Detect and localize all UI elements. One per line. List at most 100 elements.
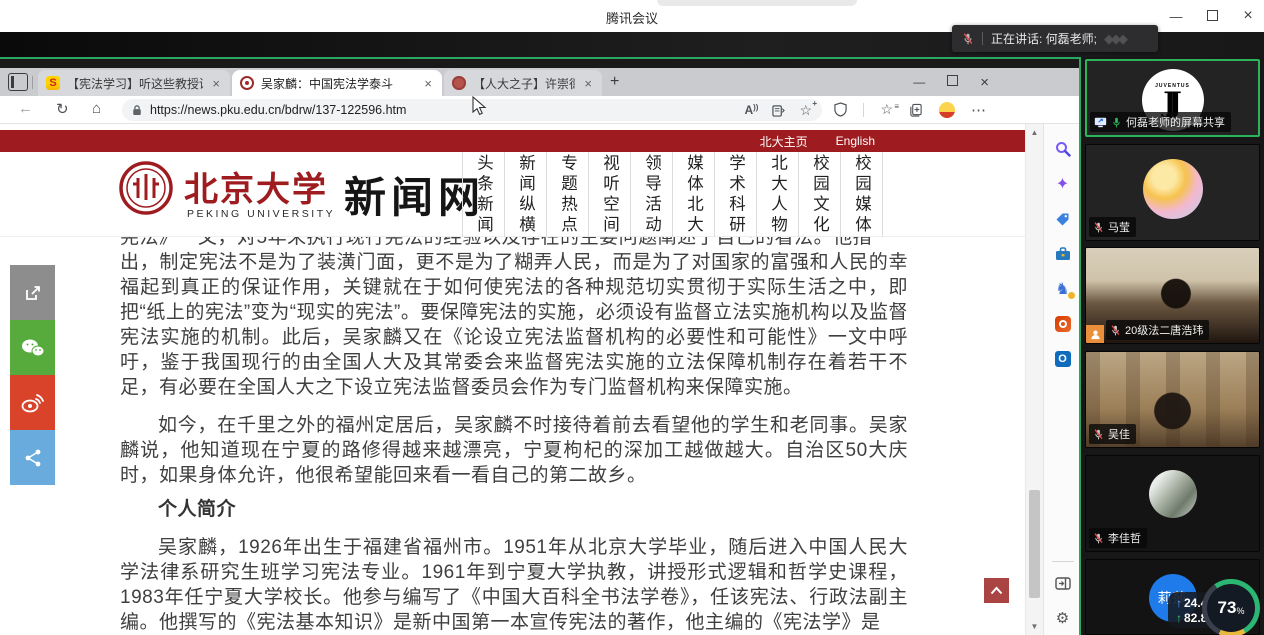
sidebar-divider bbox=[1052, 561, 1074, 562]
tab-xu-chongde-article[interactable]: 【人大之子】许崇德：学而为宪 × bbox=[444, 70, 602, 96]
scroll-up-icon[interactable]: ▲ bbox=[1026, 128, 1043, 137]
tab-actions-menu-icon[interactable] bbox=[8, 73, 28, 91]
participant-label: 吴佳 bbox=[1089, 424, 1136, 444]
browser-close-icon[interactable]: × bbox=[980, 74, 989, 91]
more-menu-icon[interactable]: ⋯ bbox=[971, 101, 986, 119]
mic-muted-icon bbox=[962, 32, 974, 46]
sidebar-tools-icon[interactable] bbox=[1052, 243, 1074, 265]
collections-icon[interactable] bbox=[909, 103, 923, 117]
refresh-icon[interactable]: ↻ bbox=[56, 100, 69, 118]
avatar bbox=[1143, 159, 1203, 219]
sidebar-search-icon[interactable] bbox=[1052, 138, 1074, 160]
participant-tile[interactable]: 李佳哲 bbox=[1085, 455, 1260, 552]
tab-constitution-lectures[interactable]: S 【宪法学习】听这些教授讲宪法 × bbox=[38, 70, 230, 96]
browser-tabstrip: S 【宪法学习】听这些教授讲宪法 × 吴家麟：中国宪法学泰斗 × 【人大之子】许… bbox=[0, 68, 1081, 96]
pku-topbar: 北大主页 English bbox=[0, 130, 1025, 152]
close-icon[interactable]: × bbox=[1240, 7, 1256, 25]
nav-item-leadership[interactable]: 领导活动 bbox=[630, 152, 672, 237]
tab-close-icon[interactable]: × bbox=[210, 76, 222, 91]
pku-seal-logo-icon[interactable] bbox=[118, 160, 174, 216]
home-icon[interactable]: ⌂ bbox=[92, 100, 101, 117]
nav-item-media[interactable]: 媒体北大 bbox=[672, 152, 714, 237]
sidebar-add-icon[interactable] bbox=[1052, 383, 1074, 405]
mic-muted-icon bbox=[1093, 532, 1104, 545]
participant-tile[interactable]: 马莹 bbox=[1085, 144, 1260, 241]
person-badge-icon bbox=[1086, 325, 1104, 343]
participant-tile[interactable]: 20级法二唐浩玮 bbox=[1085, 247, 1260, 344]
browser-maximize-icon[interactable] bbox=[947, 73, 958, 91]
up-arrow-icon: ↑ bbox=[1176, 596, 1182, 610]
nav-item-people[interactable]: 北大人物 bbox=[756, 152, 798, 237]
pku-seal-icon bbox=[240, 76, 254, 90]
url-text[interactable]: https://news.pku.edu.cn/bdrw/137-122596.… bbox=[150, 103, 736, 117]
sidebar-outlook-icon[interactable]: O bbox=[1052, 348, 1074, 370]
wechat-share-button[interactable] bbox=[10, 320, 55, 375]
participant-tile-screen-share[interactable]: JUVENTUS JJ 何磊老师的屏幕共享 bbox=[1085, 59, 1260, 137]
read-aloud-icon[interactable]: A)) bbox=[744, 103, 758, 117]
share-more-button[interactable] bbox=[10, 430, 55, 485]
tencent-meeting-window: 腾讯会议 — × 正在讲话: 何磊老师; ◆◆◆ S 【宪法学 bbox=[0, 0, 1264, 635]
new-tab-icon[interactable]: + bbox=[610, 73, 619, 91]
pooh-extension-icon[interactable] bbox=[939, 102, 955, 118]
english-link[interactable]: English bbox=[836, 134, 875, 148]
immersive-reader-icon[interactable] bbox=[772, 104, 785, 117]
sidebar-games-icon[interactable]: ♞ bbox=[1052, 278, 1074, 300]
tab-wu-jialin-article[interactable]: 吴家麟：中国宪法学泰斗 × bbox=[232, 70, 442, 96]
participant-tile[interactable]: 吴佳 bbox=[1085, 351, 1260, 448]
mic-muted-icon bbox=[1110, 324, 1121, 337]
browser-minimize-icon[interactable]: — bbox=[913, 75, 925, 89]
favorites-icon[interactable]: ☆≡ bbox=[880, 101, 893, 118]
article-paragraph: 吴家麟，1926年出生于福建省福州市。1951年从北京大学毕业，随后进入中国人民… bbox=[120, 535, 908, 635]
pku-logo-chinese[interactable]: 北京大学 bbox=[184, 162, 328, 211]
participant-label: 马莹 bbox=[1089, 217, 1136, 237]
speaking-indicator-toast: 正在讲话: 何磊老师; ◆◆◆ bbox=[952, 25, 1158, 52]
article-paragraph: 出，制定宪法不是为了装潢门面，更不是为了糊弄人民，而是为了对国家的富强和人民的幸… bbox=[120, 250, 908, 400]
nav-item-audio-visual[interactable]: 视听空间 bbox=[588, 152, 630, 237]
ruc-seal-icon bbox=[452, 76, 466, 90]
share-nodes-icon bbox=[23, 448, 43, 468]
nav-item-news[interactable]: 新闻纵横 bbox=[504, 152, 546, 237]
scrollbar-thumb[interactable] bbox=[1029, 490, 1040, 598]
lock-icon bbox=[132, 104, 142, 116]
main-nav: 头条新闻 新闻纵横 专题热点 视听空间 领导活动 媒体北大 学术科研 北大人物 … bbox=[462, 152, 883, 237]
tabstrip-divider bbox=[32, 76, 33, 89]
tab-title: 吴家麟：中国宪法学泰斗 bbox=[261, 75, 415, 92]
sidebar-shopping-icon[interactable] bbox=[1052, 208, 1074, 230]
restore-icon[interactable] bbox=[1204, 9, 1220, 24]
chevron-up-icon bbox=[990, 586, 1003, 595]
nav-item-academic[interactable]: 学术科研 bbox=[714, 152, 756, 237]
back-icon[interactable]: ← bbox=[18, 100, 33, 117]
mouse-cursor-icon bbox=[472, 96, 487, 117]
scroll-down-icon[interactable]: ▼ bbox=[1026, 622, 1043, 631]
sidebar-copilot-icon[interactable]: ✦ bbox=[1052, 173, 1074, 195]
meeting-window-title: 腾讯会议 bbox=[606, 8, 658, 27]
tab-close-icon[interactable]: × bbox=[422, 76, 434, 91]
participant-name: 何磊老师的屏幕共享 bbox=[1126, 114, 1225, 130]
weibo-share-button[interactable] bbox=[10, 375, 55, 430]
mic-muted-icon bbox=[1093, 428, 1104, 441]
sidebar-panel-icon[interactable] bbox=[1052, 572, 1074, 594]
gauge-percent-sign: % bbox=[1236, 606, 1244, 616]
add-favorite-icon[interactable]: ☆+ bbox=[799, 102, 812, 119]
tab-close-icon[interactable]: × bbox=[582, 76, 594, 91]
nav-item-special-topics[interactable]: 专题热点 bbox=[546, 152, 588, 237]
nav-item-campus-culture[interactable]: 校园文化 bbox=[798, 152, 840, 237]
browser-essentials-icon[interactable] bbox=[834, 102, 847, 117]
nav-item-headlines[interactable]: 头条新闻 bbox=[462, 152, 504, 237]
nav-item-campus-media[interactable]: 校园媒体 bbox=[840, 152, 883, 237]
page-scrollbar[interactable]: ▲ ▼ bbox=[1025, 124, 1043, 635]
participant-name: 吴佳 bbox=[1108, 426, 1130, 442]
shared-desktop-strip bbox=[0, 57, 1081, 68]
tab-title: 【宪法学习】听这些教授讲宪法 bbox=[67, 75, 203, 92]
participant-name: 李佳哲 bbox=[1108, 530, 1141, 546]
article-body: 宪法》一文，对5年来执行现行宪法的经验以及存在的主要问题阐述了自己的看法。他指 … bbox=[120, 225, 908, 635]
article-paragraph: 如今，在千里之外的福州定居后，吴家麟不时接待着前去看望他的学生和老同事。吴家麟说… bbox=[120, 413, 908, 488]
back-to-top-button[interactable] bbox=[984, 578, 1009, 603]
sidebar-office-icon[interactable] bbox=[1052, 313, 1074, 335]
minimize-icon[interactable]: — bbox=[1168, 9, 1184, 24]
pku-home-link[interactable]: 北大主页 bbox=[760, 133, 808, 150]
sidebar-settings-icon[interactable]: ⚙ bbox=[1052, 607, 1074, 629]
browser-toolbar: ← ↻ ⌂ https://news.pku.edu.cn/bdrw/137-1… bbox=[0, 96, 1081, 124]
up-arrow-icon: ↑ bbox=[1176, 611, 1182, 625]
share-export-button[interactable] bbox=[10, 265, 55, 320]
